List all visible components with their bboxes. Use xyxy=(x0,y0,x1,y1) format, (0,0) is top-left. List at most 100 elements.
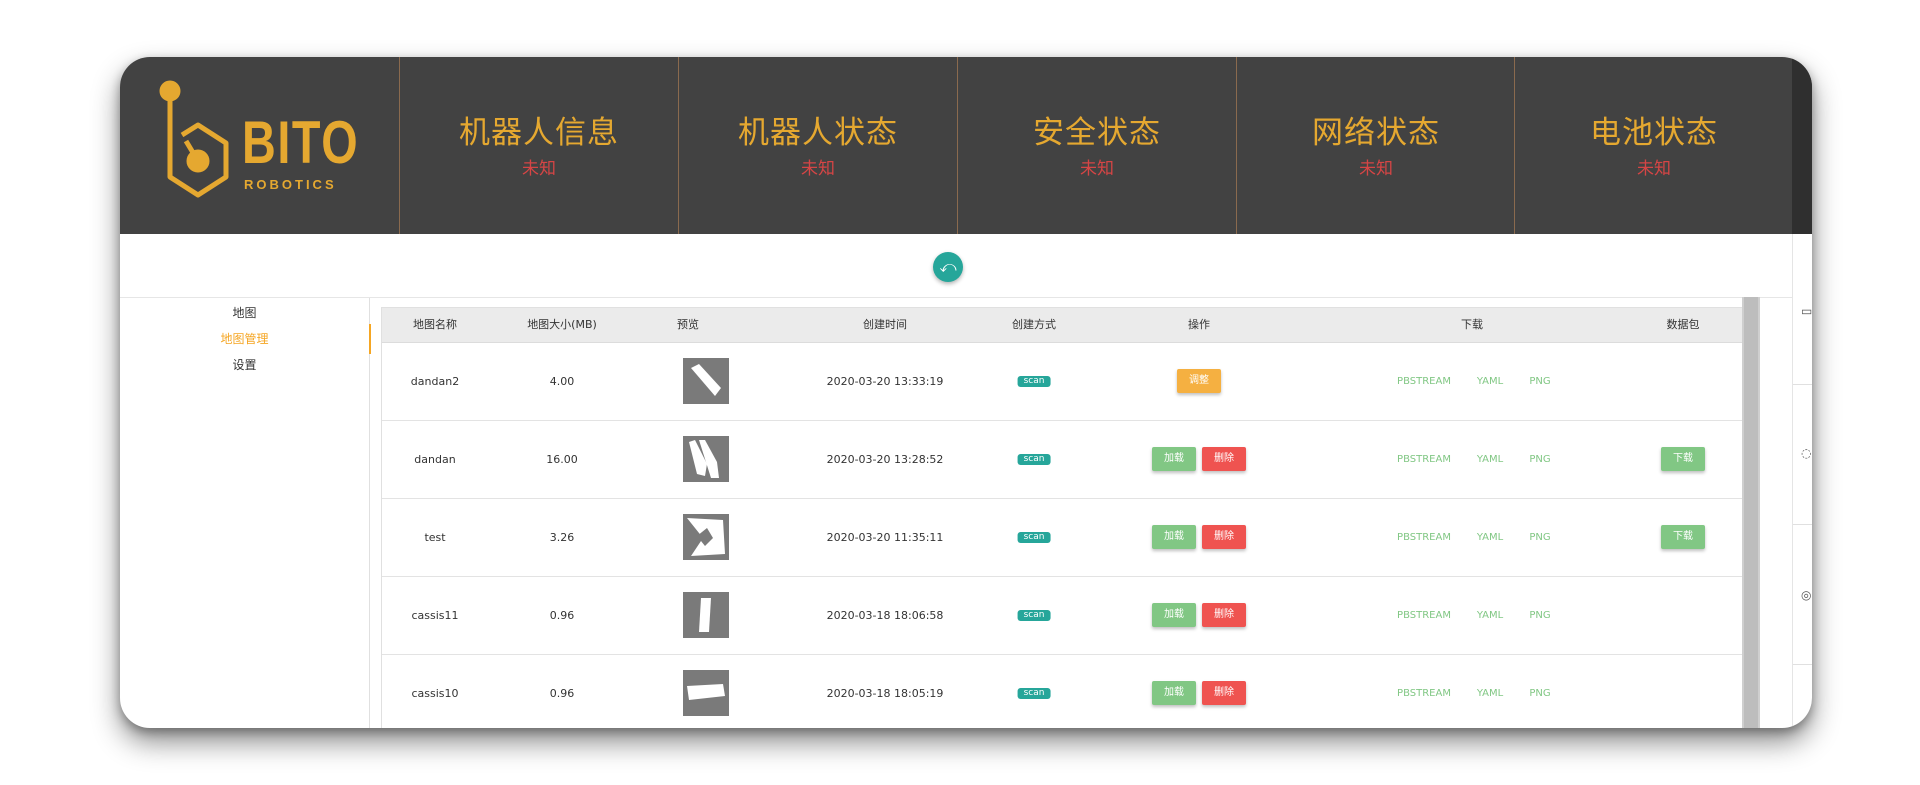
map-name: dandan2 xyxy=(410,375,460,388)
status-panel-battery[interactable]: 电池状态 未知 xyxy=(1514,57,1793,234)
status-panel-robot-state[interactable]: 机器人状态 未知 xyxy=(678,57,957,234)
create-method-badge: scan xyxy=(1017,454,1051,465)
status-value: 未知 xyxy=(1359,159,1393,179)
brand-subtitle: ROBOTICS xyxy=(244,177,337,192)
app-window: BITO ROBOTICS 机器人信息 未知 机器人状态 未知 安全状态 未知 … xyxy=(120,57,1812,728)
created-time: 2020-03-18 18:06:58 xyxy=(826,609,944,622)
download-pbstream-link[interactable]: PBSTREAM xyxy=(1397,343,1451,420)
status-value: 未知 xyxy=(522,159,556,179)
drawer-icon[interactable]: ◎ xyxy=(1801,588,1811,602)
drawer-icon[interactable]: ▭ xyxy=(1801,304,1812,318)
sidebar: 地图 地图管理 设置 xyxy=(120,298,371,728)
drawer-icon[interactable]: ◌ xyxy=(1801,446,1811,460)
create-method-badge: scan xyxy=(1017,688,1051,699)
table-scrollbar[interactable] xyxy=(1742,297,1760,728)
download-png-link[interactable]: PNG xyxy=(1529,421,1550,498)
status-title: 电池状态 xyxy=(1590,115,1718,151)
column-header-size[interactable]: 地图大小(MB) xyxy=(527,308,597,342)
download-png-link[interactable]: PNG xyxy=(1529,655,1550,728)
right-drawer-edge: ▭ ◌ ◎ xyxy=(1792,57,1812,728)
created-time: 2020-03-20 13:28:52 xyxy=(826,453,944,466)
column-header-name[interactable]: 地图名称 xyxy=(413,308,457,342)
package-download-button[interactable]: 下载 xyxy=(1661,447,1705,471)
map-name: cassis10 xyxy=(411,687,459,700)
download-yaml-link[interactable]: YAML xyxy=(1477,655,1503,728)
map-preview-image[interactable] xyxy=(683,514,729,560)
status-title: 机器人状态 xyxy=(738,115,898,151)
table-row: dandan2 4.00 2020-03-20 13:33:19 scan 调整… xyxy=(382,343,1743,421)
bito-logo: BITO ROBOTICS xyxy=(158,77,358,217)
table-row: cassis10 0.96 2020-03-18 18:05:19 scan 加… xyxy=(382,655,1743,728)
map-name: cassis11 xyxy=(411,609,459,622)
column-header-preview: 预览 xyxy=(677,318,699,331)
scrollbar-thumb[interactable] xyxy=(1744,297,1758,728)
download-yaml-link[interactable]: YAML xyxy=(1477,343,1503,420)
delete-button[interactable]: 删除 xyxy=(1202,525,1246,549)
delete-button[interactable]: 删除 xyxy=(1202,447,1246,471)
create-method-badge: scan xyxy=(1017,376,1051,387)
status-panel-network[interactable]: 网络状态 未知 xyxy=(1236,57,1515,234)
column-header-package: 数据包 xyxy=(1666,318,1700,331)
map-preview-image[interactable] xyxy=(683,670,729,716)
map-preview-image[interactable] xyxy=(683,592,729,638)
top-status-bar: BITO ROBOTICS 机器人信息 未知 机器人状态 未知 安全状态 未知 … xyxy=(120,57,1812,234)
load-button[interactable]: 加载 xyxy=(1152,603,1196,627)
download-png-link[interactable]: PNG xyxy=(1529,343,1550,420)
drawer-divider xyxy=(1793,524,1812,525)
status-title: 网络状态 xyxy=(1312,115,1440,151)
map-name: test xyxy=(424,531,446,544)
drawer-divider xyxy=(1793,664,1812,665)
map-table: 地图名称 地图大小(MB) 预览 创建时间 创建方式 操作 下载 数据包 dan… xyxy=(381,307,1744,728)
column-header-actions: 操作 xyxy=(1188,318,1210,331)
download-pbstream-link[interactable]: PBSTREAM xyxy=(1397,499,1451,576)
table-row: cassis11 0.96 2020-03-18 18:06:58 scan 加… xyxy=(382,577,1743,655)
map-size: 0.96 xyxy=(549,687,575,700)
header-divider xyxy=(120,297,1792,298)
adjust-button[interactable]: 调整 xyxy=(1177,369,1221,393)
column-header-created-time[interactable]: 创建时间 xyxy=(863,308,907,342)
status-value: 未知 xyxy=(1080,159,1114,179)
table-row: test 3.26 2020-03-20 11:35:11 scan 加载 删除… xyxy=(382,499,1743,577)
drawer-divider xyxy=(1793,384,1812,385)
created-time: 2020-03-20 13:33:19 xyxy=(826,375,944,388)
table-row: dandan 16.00 2020-03-20 13:28:52 scan 加载… xyxy=(382,421,1743,499)
download-pbstream-link[interactable]: PBSTREAM xyxy=(1397,577,1451,654)
load-button[interactable]: 加载 xyxy=(1152,447,1196,471)
download-png-link[interactable]: PNG xyxy=(1529,499,1550,576)
load-button[interactable]: 加载 xyxy=(1152,681,1196,705)
created-time: 2020-03-20 11:35:11 xyxy=(826,531,944,544)
created-time: 2020-03-18 18:05:19 xyxy=(826,687,944,700)
right-drawer-pane: ▭ ◌ ◎ xyxy=(1792,234,1812,728)
status-title: 安全状态 xyxy=(1033,115,1161,151)
table-header: 地图名称 地图大小(MB) 预览 创建时间 创建方式 操作 下载 数据包 xyxy=(382,308,1743,343)
map-size: 4.00 xyxy=(549,375,575,388)
delete-button[interactable]: 删除 xyxy=(1202,681,1246,705)
map-size: 16.00 xyxy=(546,453,578,466)
column-header-create-method: 创建方式 xyxy=(1012,318,1056,331)
download-pbstream-link[interactable]: PBSTREAM xyxy=(1397,655,1451,728)
map-preview-image[interactable] xyxy=(683,436,729,482)
map-preview-image[interactable] xyxy=(683,358,729,404)
status-title: 机器人信息 xyxy=(459,115,619,151)
create-method-badge: scan xyxy=(1017,610,1051,621)
map-size: 0.96 xyxy=(549,609,575,622)
status-value: 未知 xyxy=(1637,159,1671,179)
brand-name: BITO xyxy=(242,109,360,176)
download-yaml-link[interactable]: YAML xyxy=(1477,577,1503,654)
sidebar-item-settings[interactable]: 设置 xyxy=(120,350,369,380)
download-png-link[interactable]: PNG xyxy=(1529,577,1550,654)
download-yaml-link[interactable]: YAML xyxy=(1477,421,1503,498)
download-pbstream-link[interactable]: PBSTREAM xyxy=(1397,421,1451,498)
map-size: 3.26 xyxy=(549,531,575,544)
package-download-button[interactable]: 下载 xyxy=(1661,525,1705,549)
create-method-badge: scan xyxy=(1017,532,1051,543)
column-header-download: 下载 xyxy=(1461,318,1483,331)
status-panel-robot-info[interactable]: 机器人信息 未知 xyxy=(399,57,678,234)
map-name: dandan xyxy=(414,453,456,466)
undo-icon[interactable]: ⤺ xyxy=(933,252,963,282)
status-value: 未知 xyxy=(801,159,835,179)
load-button[interactable]: 加载 xyxy=(1152,525,1196,549)
download-yaml-link[interactable]: YAML xyxy=(1477,499,1503,576)
status-panel-safety[interactable]: 安全状态 未知 xyxy=(957,57,1236,234)
delete-button[interactable]: 删除 xyxy=(1202,603,1246,627)
